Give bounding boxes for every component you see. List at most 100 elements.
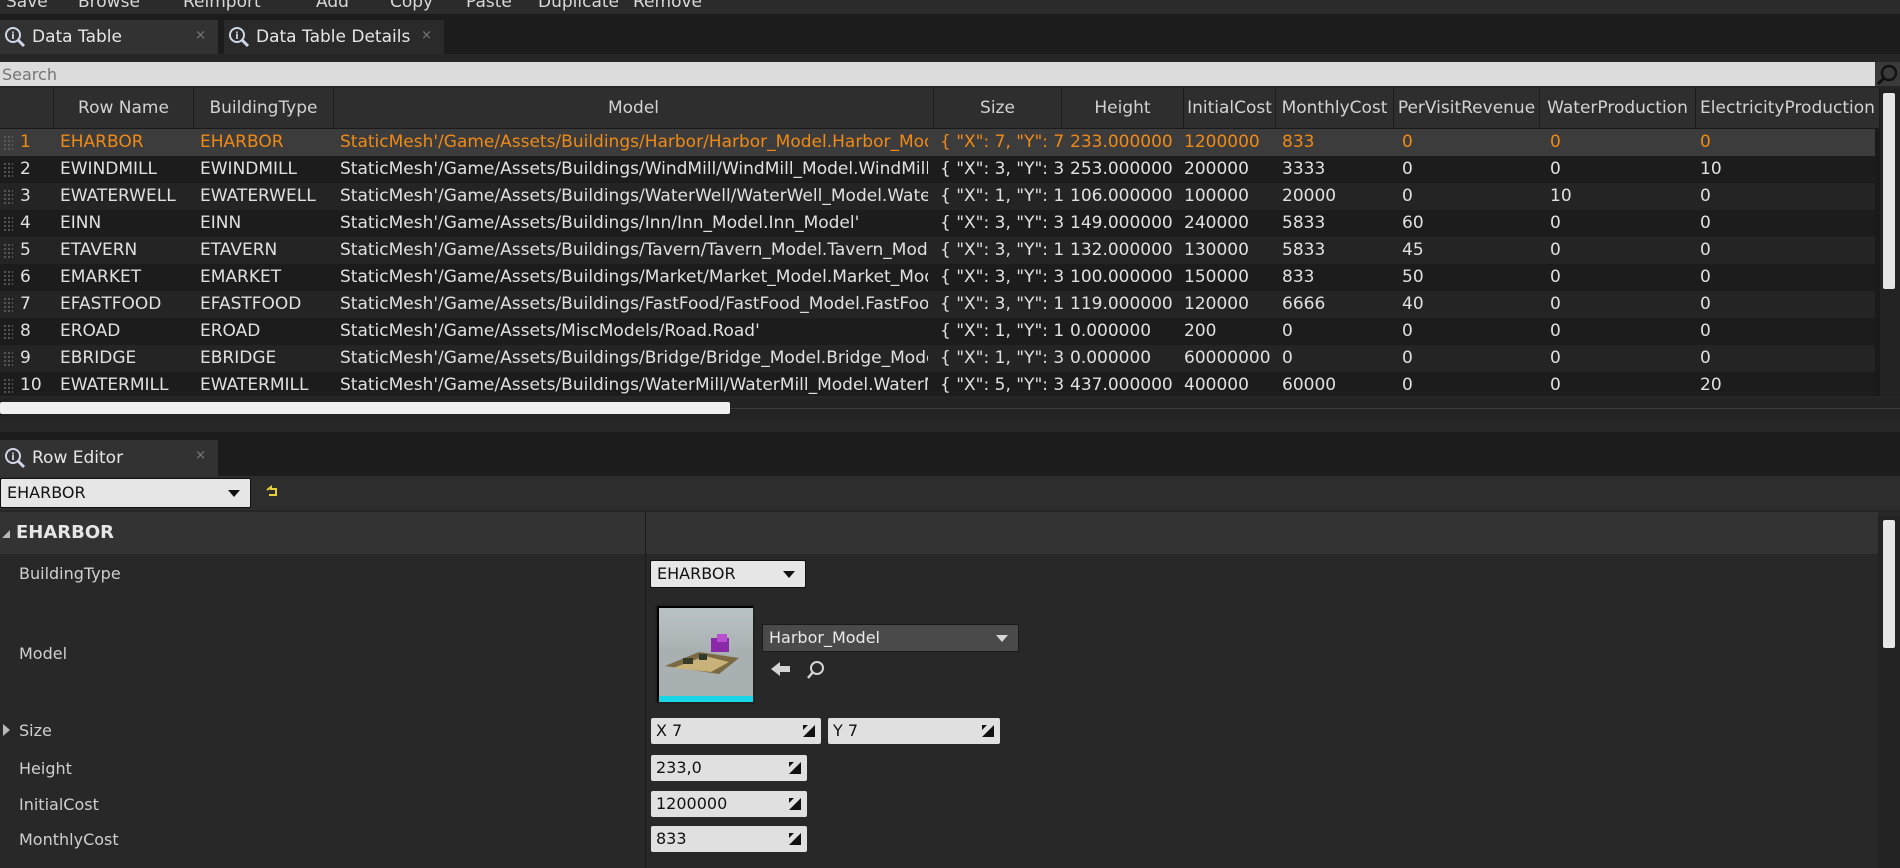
table-row[interactable]: 8 EROAD EROAD StaticMesh'/Game/Assets/MiscM…	[0, 318, 1875, 345]
size-x-field[interactable]: X 7	[651, 718, 821, 744]
row-name-cell: EWINDMILL	[60, 159, 157, 179]
row-drag-handle-icon[interactable]	[3, 189, 13, 204]
electricity-production-cell: 0	[1700, 267, 1711, 287]
tab-data-table[interactable]: i Data Table ×	[0, 20, 218, 54]
table-row[interactable]: 1 EHARBOR EHARBOR StaticMesh'/Game/Assets/B…	[0, 129, 1875, 156]
per-visit-revenue-cell: 45	[1402, 240, 1424, 260]
row-name-cell: EINN	[60, 213, 102, 233]
table-vertical-scrollbar[interactable]	[1880, 88, 1900, 396]
row-properties-panel: EHARBOR BuildingType EHARBOR Model Harbo…	[0, 512, 1900, 868]
table-row[interactable]: 2 EWINDMILL EWINDMILL StaticMesh'/Game/Asse…	[0, 156, 1875, 183]
toolbar-add-button[interactable]: Add	[316, 0, 349, 12]
scrollbar-thumb[interactable]	[0, 402, 730, 414]
toolbar-paste-button[interactable]: Paste	[466, 0, 512, 12]
toolbar-copy-button[interactable]: Copy	[390, 0, 433, 12]
toolbar-save-button[interactable]: Save	[6, 0, 48, 12]
table-row[interactable]: 7 EFASTFOOD EFASTFOOD StaticMesh'/Game/Asse…	[0, 291, 1875, 318]
tab-data-table-details[interactable]: i Data Table Details ×	[224, 20, 444, 54]
toolbar-remove-button[interactable]: Remove	[633, 0, 702, 12]
toolbar-browse-button[interactable]: Browse	[78, 0, 140, 12]
row-index: 6	[20, 267, 31, 287]
drag-value-icon[interactable]	[803, 725, 815, 737]
column-header-model[interactable]: Model	[334, 88, 934, 128]
building-type-dropdown[interactable]: EHARBOR	[650, 560, 806, 588]
property-label-initial-cost: InitialCost	[19, 795, 99, 814]
drag-value-icon[interactable]	[982, 725, 994, 737]
scrollbar-thumb[interactable]	[1883, 93, 1895, 289]
properties-vertical-scrollbar[interactable]	[1878, 516, 1900, 868]
column-header-water-production[interactable]: WaterProduction	[1540, 88, 1696, 128]
row-drag-handle-icon[interactable]	[3, 270, 13, 285]
initial-cost-cell: 120000	[1184, 294, 1249, 314]
row-index: 2	[20, 159, 31, 179]
row-select-dropdown[interactable]: EHARBOR	[0, 478, 251, 508]
scrollbar-track	[730, 408, 1900, 409]
row-drag-handle-icon[interactable]	[3, 351, 13, 366]
drag-value-icon[interactable]	[789, 798, 801, 810]
per-visit-revenue-cell: 0	[1402, 348, 1413, 368]
category-header[interactable]: EHARBOR	[0, 512, 1878, 554]
table-row[interactable]: 5 ETAVERN ETAVERN StaticMesh'/Game/Assets/B…	[0, 237, 1875, 264]
row-drag-handle-icon[interactable]	[3, 135, 13, 150]
toolbar-duplicate-button[interactable]: Duplicate	[538, 0, 619, 12]
close-icon[interactable]: ×	[421, 28, 432, 43]
collapse-triangle-icon[interactable]	[2, 530, 10, 538]
column-header-per-visit-revenue[interactable]: PerVisitRevenue	[1394, 88, 1540, 128]
row-drag-handle-icon[interactable]	[3, 378, 13, 393]
per-visit-revenue-cell: 0	[1402, 186, 1413, 206]
row-drag-handle-icon[interactable]	[3, 162, 13, 177]
asset-type-color-bar	[659, 696, 753, 702]
initial-cost-field[interactable]: 1200000	[651, 791, 807, 817]
table-row[interactable]: 3 EWATERWELL EWATERWELL StaticMesh'/Game/As…	[0, 183, 1875, 210]
height-cell: 253.000000	[1070, 159, 1173, 179]
column-header-building-type[interactable]: BuildingType	[194, 88, 334, 128]
table-row[interactable]: 10 EWATERMILL EWATERMILL StaticMesh'/Game/A…	[0, 372, 1875, 396]
per-visit-revenue-cell: 50	[1402, 267, 1424, 287]
toolbar-reimport-button[interactable]: Reimport	[183, 0, 261, 12]
table-horizontal-scrollbar[interactable]	[0, 398, 1900, 418]
scrollbar-thumb[interactable]	[1883, 520, 1895, 648]
row-drag-handle-icon[interactable]	[3, 243, 13, 258]
drag-value-icon[interactable]	[789, 833, 801, 845]
drag-value-icon[interactable]	[789, 762, 801, 774]
row-name-cell: EBRIDGE	[60, 348, 137, 368]
model-cell: StaticMesh'/Game/Assets/Buildings/Market…	[340, 267, 928, 287]
size-cell: { "X": 1, "Y": 1 }	[940, 321, 1064, 341]
use-selected-arrow-icon[interactable]	[770, 660, 792, 678]
monthly-cost-field[interactable]: 833	[651, 826, 807, 852]
column-header-monthly-cost[interactable]: MonthlyCost	[1276, 88, 1394, 128]
size-y-field[interactable]: Y 7	[828, 718, 1000, 744]
column-header-size[interactable]: Size	[934, 88, 1062, 128]
model-asset-picker[interactable]: Harbor_Model	[762, 624, 1019, 652]
column-splitter[interactable]	[645, 512, 646, 554]
model-thumbnail[interactable]	[655, 604, 755, 704]
model-cell: StaticMesh'/Game/Assets/Buildings/WaterW…	[340, 186, 928, 206]
reset-to-default-icon[interactable]	[264, 484, 280, 500]
electricity-production-cell: 0	[1700, 213, 1711, 233]
height-cell: 0.000000	[1070, 321, 1152, 341]
tab-row-editor[interactable]: i Row Editor ×	[0, 440, 218, 476]
browse-asset-search-icon[interactable]	[806, 660, 826, 680]
column-header-row-name[interactable]: Row Name	[54, 88, 194, 128]
model-cell: StaticMesh'/Game/Assets/Buildings/Bridge…	[340, 348, 928, 368]
search-input[interactable]	[0, 62, 1875, 86]
column-header-electricity-production[interactable]: ElectricityProduction	[1696, 88, 1880, 128]
column-splitter[interactable]	[645, 554, 646, 868]
table-row[interactable]: 9 EBRIDGE EBRIDGE StaticMesh'/Game/Assets/B…	[0, 345, 1875, 372]
close-icon[interactable]: ×	[195, 28, 206, 43]
close-icon[interactable]: ×	[195, 448, 206, 463]
row-drag-handle-icon[interactable]	[3, 297, 13, 312]
model-cell: StaticMesh'/Game/Assets/Buildings/Inn/In…	[340, 213, 860, 233]
water-production-cell: 0	[1550, 159, 1561, 179]
table-row[interactable]: 4 EINN EINN StaticMesh'/Game/Assets/Buildin…	[0, 210, 1875, 237]
expand-triangle-icon[interactable]	[3, 724, 10, 736]
search-icon[interactable]	[1876, 64, 1898, 86]
column-header-initial-cost[interactable]: InitialCost	[1184, 88, 1276, 128]
row-drag-handle-icon[interactable]	[3, 216, 13, 231]
height-cell: 106.000000	[1070, 186, 1173, 206]
column-header-height[interactable]: Height	[1062, 88, 1184, 128]
row-drag-handle-icon[interactable]	[3, 324, 13, 339]
water-production-cell: 0	[1550, 132, 1561, 152]
table-row[interactable]: 6 EMARKET EMARKET StaticMesh'/Game/Assets/B…	[0, 264, 1875, 291]
height-field[interactable]: 233,0	[651, 755, 807, 781]
